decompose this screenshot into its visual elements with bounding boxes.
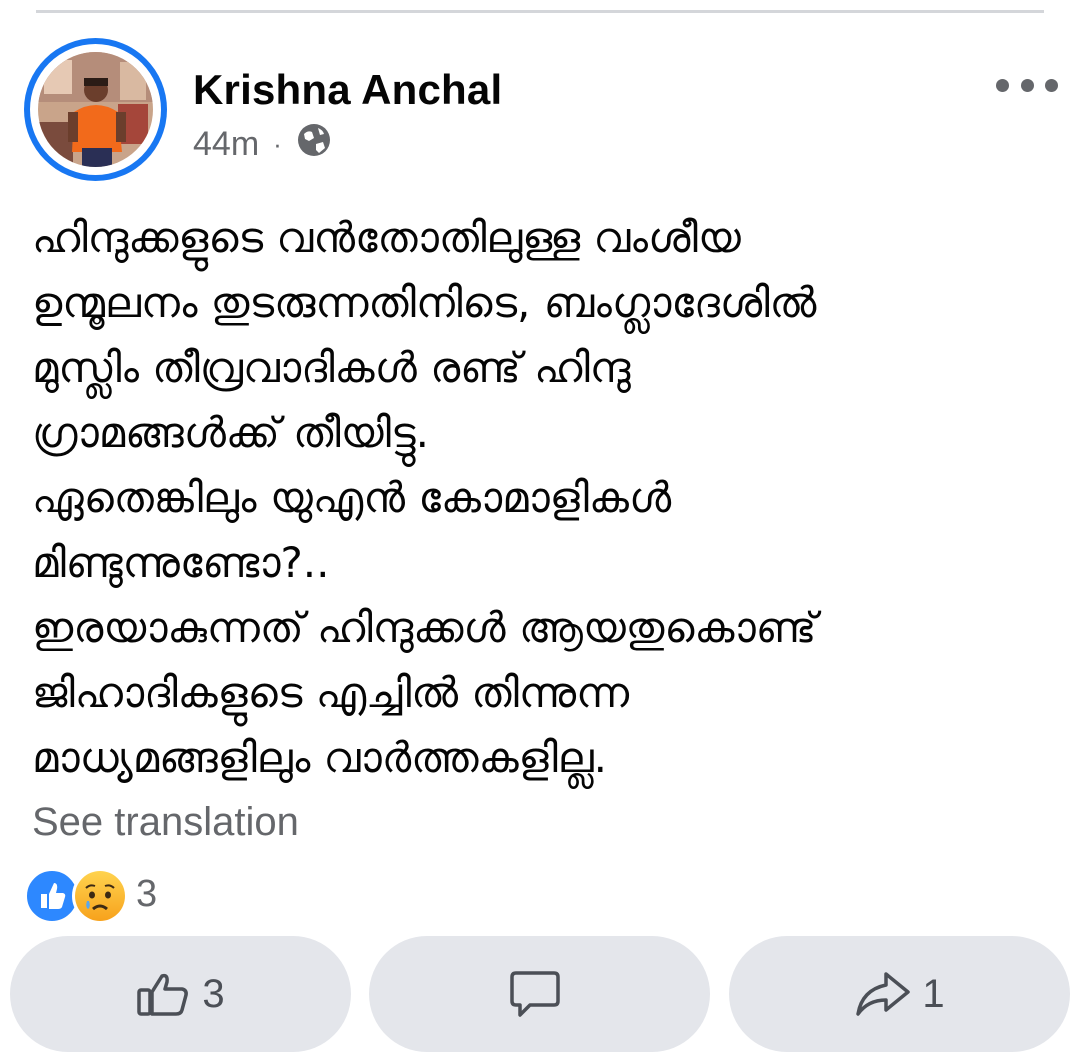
post-text-line: ജിഹാദികളുടെ എച്ചിൽ തിന്നുന്ന [32,668,630,717]
avatar-photo [38,52,153,167]
post-text-line: ഏതെങ്കിലും യുഎൻ കോമാളികൾ [32,473,672,522]
see-translation-link[interactable]: See translation [32,800,299,845]
avatar[interactable] [24,38,167,181]
like-button[interactable]: 3 [10,936,351,1052]
post-text: ഹിന്ദുക്കളുടെ വൻതോതിലുള്ള വംശീയ ഉന്മൂലനം… [32,205,1062,790]
post-text-line: ഇരയാകുന്നത് ഹിന്ദുക്കൾ ആയതുകൊണ്ട് [32,603,817,652]
share-arrow-icon [854,970,912,1018]
comment-button[interactable] [369,936,710,1052]
post-timestamp[interactable]: 44m [193,125,259,164]
post-text-line: മിണ്ടുന്നുണ്ടോ?.. [32,538,330,587]
post-text-line: ഹിന്ദുക്കളുടെ വൻതോതിലുള്ള വംശീയ [32,213,741,262]
sad-reaction-icon [72,868,128,924]
share-button[interactable]: 1 [729,936,1070,1052]
reaction-count: 3 [136,872,158,915]
share-count: 1 [922,971,945,1016]
author-name[interactable]: Krishna Anchal [193,66,502,114]
post-meta: 44m · [193,122,332,166]
like-count: 3 [202,971,225,1016]
reactions-summary[interactable]: 3 [24,866,158,924]
meta-separator: · [273,129,282,159]
globe-icon [296,122,332,167]
thumbs-up-icon [136,970,192,1018]
more-options-button[interactable] [996,70,1058,100]
comment-icon [508,967,562,1021]
post-text-line: മുസ്ലിം തീവ്രവാദികൾ രണ്ട് ഹിന്ദു [32,343,631,392]
post-text-line: ഉന്മൂലനം തുടരുന്നതിനിടെ, ബംഗ്ലാദേശിൽ [32,278,817,327]
post-text-line: ഗ്രാമങ്ങൾക്ക് തീയിട്ടു. [32,408,429,457]
post-text-line: മാധ്യമങ്ങളിലും വാർത്തകളില്ല. [32,733,608,782]
more-dots-icon [996,78,1009,92]
top-divider [36,10,1044,13]
